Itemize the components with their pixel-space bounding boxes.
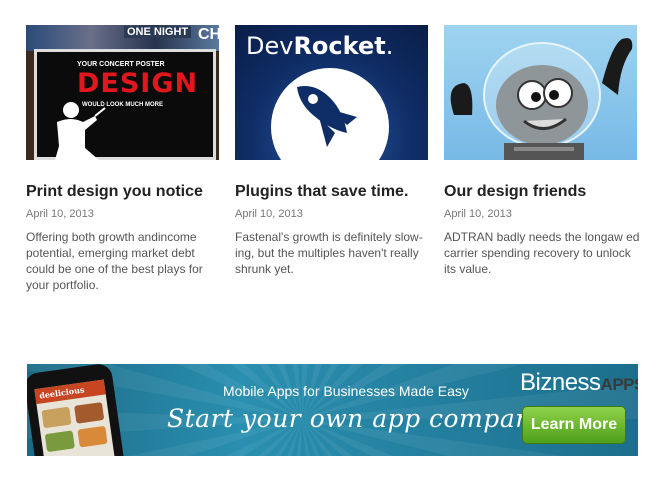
poster-title-text: DESIGN xyxy=(77,68,199,99)
phone-mockup: deelicious xyxy=(27,364,127,456)
phone-screen: deelicious xyxy=(34,379,117,456)
poster-wall-word: ONE NIGHT xyxy=(124,26,192,38)
article-date: April 10, 2013 xyxy=(26,208,94,220)
article-excerpt: Fastenal's growth is definitely slow- in… xyxy=(235,230,423,276)
poster-wall-word: CH xyxy=(198,26,219,43)
article-card-print-design[interactable]: ONE NIGHT CH YOUR CONCERT POSTER DESIGN … xyxy=(26,25,220,292)
poster-top-text: YOUR CONCERT POSTER xyxy=(77,61,165,68)
concert-poster-graphic: YOUR CONCERT POSTER DESIGN WOULD LOOK MU… xyxy=(34,49,216,160)
article-card-plugins[interactable]: DevRocket. Plugins that save time. April… xyxy=(235,25,429,276)
article-title[interactable]: Plugins that save time. xyxy=(235,183,408,201)
food-thumbnail xyxy=(74,402,105,424)
banner-subtitle: Mobile Apps for Businesses Made Easy xyxy=(223,383,469,399)
article-thumbnail[interactable]: ONE NIGHT CH YOUR CONCERT POSTER DESIGN … xyxy=(26,25,219,160)
article-card-design-friends[interactable]: Our design friends April 10, 2013 ADTRAN… xyxy=(444,25,639,276)
brand-suffix-text: APPS xyxy=(600,375,638,394)
article-thumbnail[interactable] xyxy=(444,25,637,160)
article-title[interactable]: Print design you notice xyxy=(26,183,203,201)
food-thumbnail xyxy=(77,425,108,448)
learn-more-button[interactable]: Learn More xyxy=(522,406,626,444)
food-thumbnail xyxy=(41,406,72,429)
rocket-icon xyxy=(297,86,357,147)
bizness-apps-logo: BiznessAPPS xyxy=(520,369,638,397)
phone-app-name: deelicious xyxy=(34,379,106,405)
article-date: April 10, 2013 xyxy=(235,208,303,220)
brand-main-text: Bizness xyxy=(520,369,601,396)
food-thumbnail xyxy=(44,430,75,453)
article-title[interactable]: Our design friends xyxy=(444,183,586,201)
banner-headline: Start your own app company xyxy=(167,404,547,433)
robot-mascot-icon xyxy=(450,38,633,160)
article-excerpt: Offering both growth andincome potential… xyxy=(26,230,203,292)
article-excerpt: ADTRAN badly needs the longaw ed carrier… xyxy=(444,230,640,276)
article-date: April 10, 2013 xyxy=(444,208,512,220)
designer-silhouette-icon xyxy=(55,102,106,160)
article-thumbnail[interactable]: DevRocket. xyxy=(235,25,428,160)
bizness-apps-banner-ad[interactable]: deelicious Mobile Apps for Businesses Ma… xyxy=(27,364,638,456)
